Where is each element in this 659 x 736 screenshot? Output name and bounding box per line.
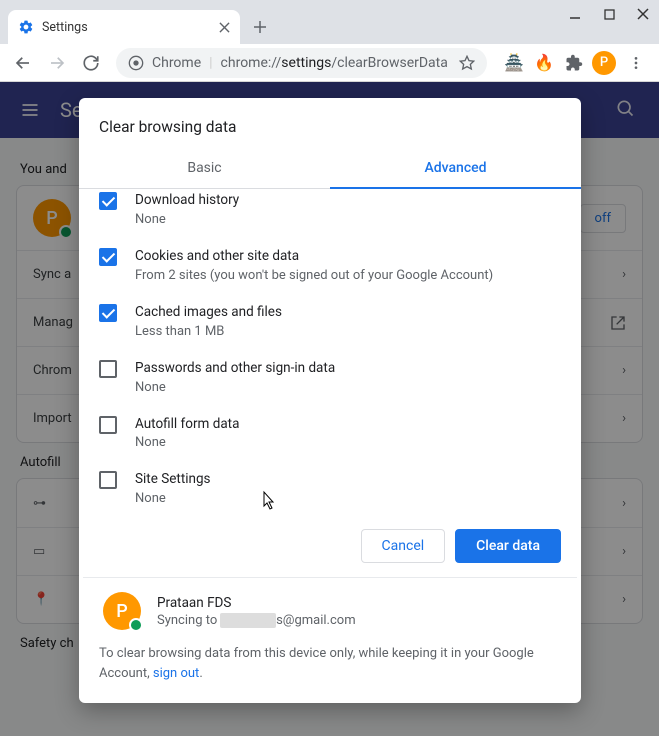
extensions-puzzle-icon[interactable] bbox=[561, 50, 587, 76]
extension-icon[interactable]: 🔥 bbox=[531, 50, 557, 76]
avatar: P bbox=[103, 592, 141, 630]
checkbox[interactable] bbox=[99, 304, 117, 322]
disclaimer: To clear browsing data from this device … bbox=[79, 644, 581, 703]
option-cookies[interactable]: Cookies and other site dataFrom 2 sites … bbox=[99, 237, 577, 293]
tab-advanced[interactable]: Advanced bbox=[330, 148, 581, 188]
checkbox[interactable] bbox=[99, 192, 117, 210]
window-controls bbox=[567, 6, 651, 22]
sync-info: P Prataan FDS Syncing to xxxxxxxxs@gmail… bbox=[83, 577, 577, 644]
extension-icon[interactable]: 🏯 bbox=[501, 50, 527, 76]
browser-toolbar: Chrome | chrome://settings/clearBrowserD… bbox=[0, 44, 659, 82]
bookmark-star-icon[interactable] bbox=[459, 55, 475, 71]
minimize-button[interactable] bbox=[567, 6, 583, 22]
checkbox[interactable] bbox=[99, 416, 117, 434]
option-site-settings[interactable]: Site SettingsNone bbox=[99, 460, 577, 515]
dialog-title: Clear browsing data bbox=[79, 98, 581, 148]
sign-out-link[interactable]: sign out bbox=[153, 666, 199, 681]
checkbox[interactable] bbox=[99, 360, 117, 378]
browser-tab[interactable]: Settings bbox=[8, 10, 240, 44]
close-button[interactable] bbox=[635, 6, 651, 22]
sync-email: Syncing to xxxxxxxxs@gmail.com bbox=[157, 613, 356, 628]
back-button[interactable] bbox=[8, 48, 38, 78]
forward-button[interactable] bbox=[42, 48, 72, 78]
reload-button[interactable] bbox=[76, 48, 106, 78]
address-bar[interactable]: Chrome | chrome://settings/clearBrowserD… bbox=[116, 48, 487, 78]
clear-data-button[interactable]: Clear data bbox=[455, 529, 561, 563]
sync-badge-icon bbox=[129, 618, 143, 632]
profile-avatar[interactable]: P bbox=[591, 50, 617, 76]
cancel-button[interactable]: Cancel bbox=[361, 529, 446, 563]
option-passwords[interactable]: Passwords and other sign-in dataNone bbox=[99, 349, 577, 405]
sync-name: Prataan FDS bbox=[157, 595, 356, 611]
option-download-history[interactable]: Download historyNone bbox=[99, 189, 577, 237]
tab-title: Settings bbox=[42, 20, 211, 35]
maximize-button[interactable] bbox=[601, 6, 617, 22]
titlebar bbox=[0, 0, 659, 8]
tab-close-icon[interactable] bbox=[219, 22, 230, 33]
address-text: Chrome | chrome://settings/clearBrowserD… bbox=[152, 55, 448, 71]
dialog-scroll-area[interactable]: Download historyNone Cookies and other s… bbox=[79, 189, 581, 515]
dialog-tabs: Basic Advanced bbox=[79, 148, 581, 189]
menu-dots-icon[interactable] bbox=[621, 48, 651, 78]
dialog-footer: Cancel Clear data bbox=[79, 515, 581, 577]
checkbox[interactable] bbox=[99, 248, 117, 266]
chrome-icon bbox=[128, 55, 144, 71]
option-autofill[interactable]: Autofill form dataNone bbox=[99, 405, 577, 461]
settings-gear-icon bbox=[18, 19, 34, 35]
clear-browsing-data-dialog: Clear browsing data Basic Advanced Downl… bbox=[79, 98, 581, 703]
tab-basic[interactable]: Basic bbox=[79, 148, 330, 188]
checkbox[interactable] bbox=[99, 471, 117, 489]
new-tab-button[interactable] bbox=[246, 13, 274, 41]
option-cached-images[interactable]: Cached images and filesLess than 1 MB bbox=[99, 293, 577, 349]
tab-strip: Settings bbox=[0, 8, 659, 44]
